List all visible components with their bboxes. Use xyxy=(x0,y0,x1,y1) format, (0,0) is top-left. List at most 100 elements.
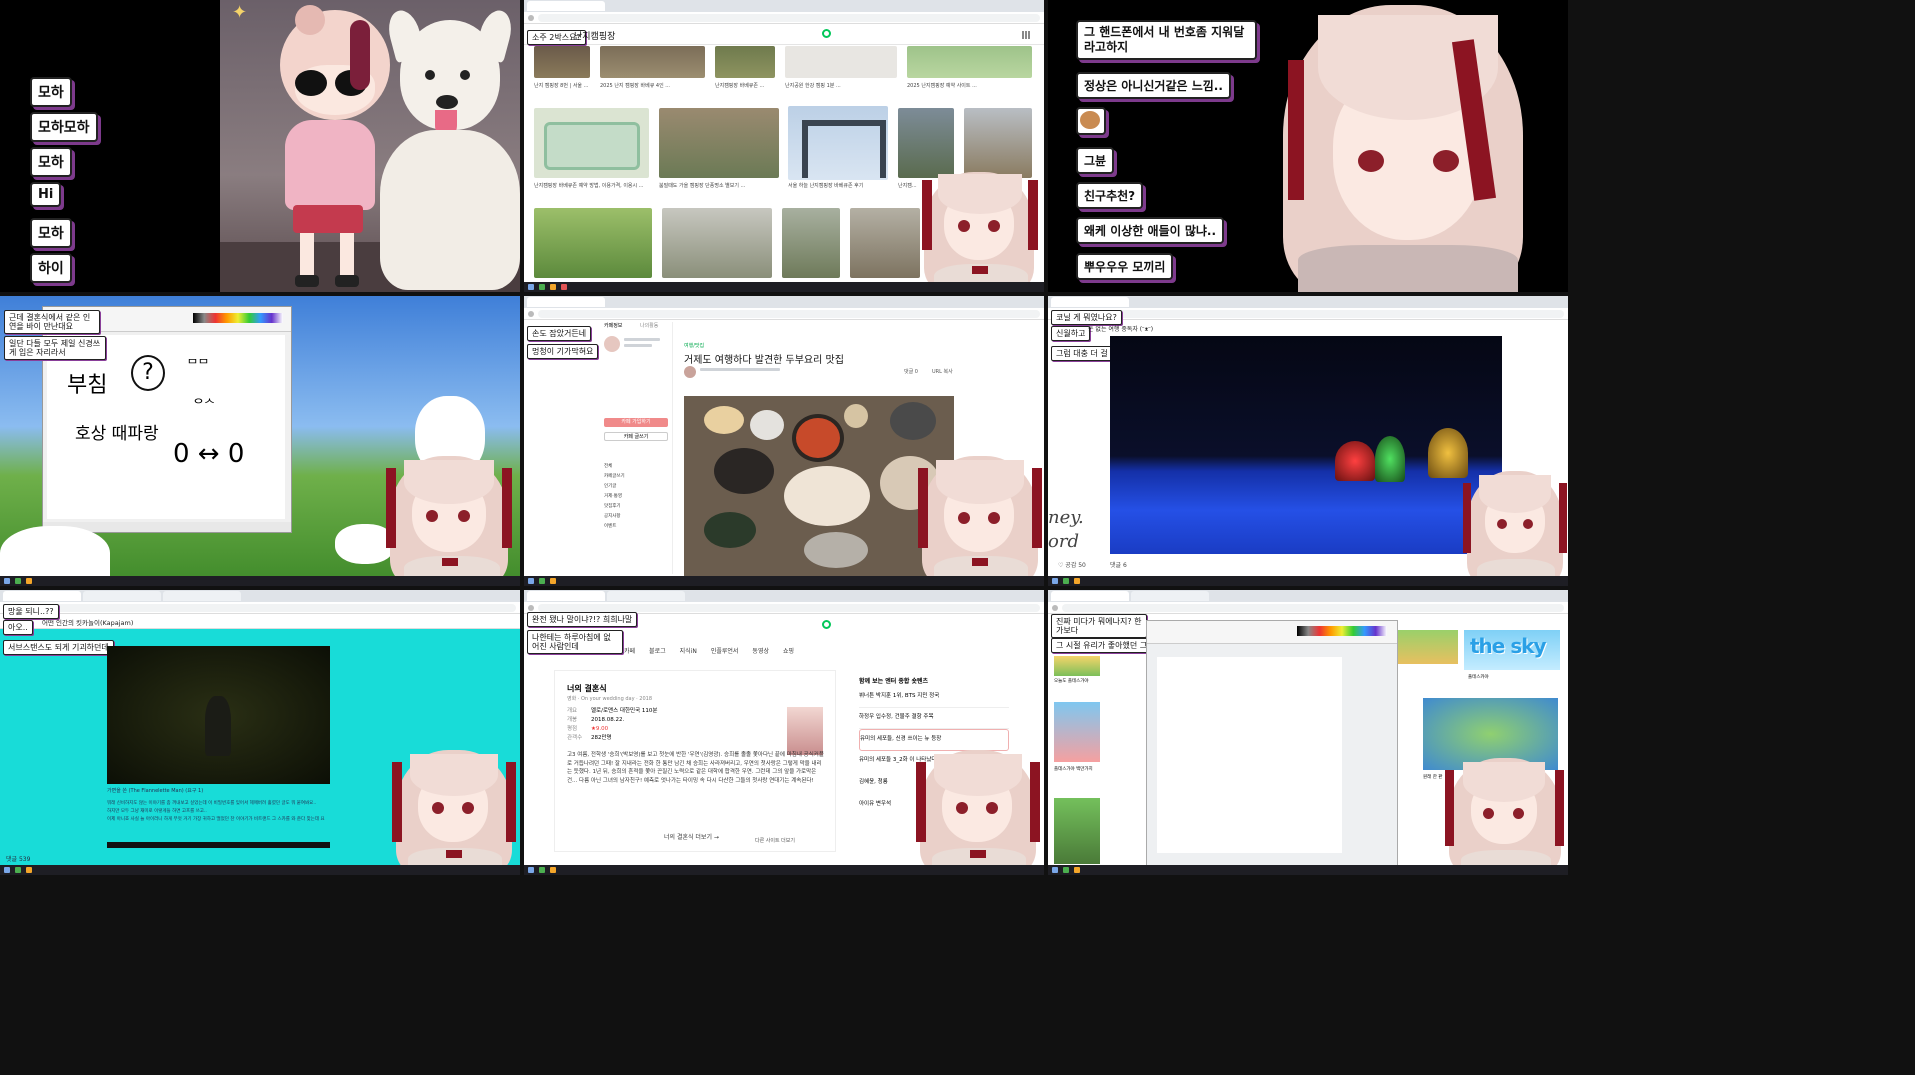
back-icon[interactable] xyxy=(528,310,534,317)
more-sites-link[interactable]: 다른 사이트 더보기 xyxy=(755,837,795,844)
app-icon[interactable] xyxy=(1074,867,1080,873)
back-icon[interactable] xyxy=(1052,604,1058,611)
game-thumbnail[interactable] xyxy=(1054,702,1100,762)
url-field[interactable] xyxy=(14,603,516,612)
app-icon[interactable] xyxy=(15,867,21,873)
tab-shopping[interactable]: 쇼핑 xyxy=(783,646,794,655)
app-icon[interactable] xyxy=(15,578,21,584)
browser-tab[interactable] xyxy=(3,591,81,601)
vtuber-avatar xyxy=(382,456,520,586)
game-thumbnail[interactable] xyxy=(1398,630,1458,664)
tab-cafe-info[interactable]: 카페정보 xyxy=(604,322,622,329)
tab-video[interactable]: 동영상 xyxy=(752,646,769,655)
browser-tab[interactable] xyxy=(607,591,685,601)
related-item[interactable]: 뷔너튼 박지훈 1위, BTS 지민 정국 xyxy=(859,691,1009,708)
windows-start-icon[interactable] xyxy=(528,284,534,290)
game-thumbnail[interactable] xyxy=(1054,798,1100,864)
menu-item[interactable]: 맛집후기 xyxy=(604,502,625,512)
back-icon[interactable] xyxy=(528,14,534,21)
related-item[interactable]: 하정우 입수정, 건물주 결항 주목 xyxy=(859,708,1009,729)
browser-tab[interactable] xyxy=(1131,591,1209,601)
apps-grid-icon[interactable] xyxy=(1022,31,1030,39)
more-results-link[interactable]: 너의 결혼식 더보기 → xyxy=(664,832,719,841)
url-field[interactable] xyxy=(1062,309,1564,318)
tab-kin[interactable]: 지식iN xyxy=(680,646,697,655)
browser-tab[interactable] xyxy=(527,297,605,307)
game-thumbnail[interactable] xyxy=(1054,656,1100,676)
windows-start-icon[interactable] xyxy=(1052,867,1058,873)
vtuber-avatar xyxy=(916,160,1044,292)
chat-overlay: 진짜 미다가 뭐에나지? 한가보다 xyxy=(1051,614,1147,638)
app-icon[interactable] xyxy=(550,867,556,873)
image-thumbnail[interactable] xyxy=(534,108,649,178)
browser-tab[interactable] xyxy=(527,1,605,11)
copy-url-button[interactable]: URL 복사 xyxy=(932,368,953,375)
browser-tab[interactable] xyxy=(163,591,241,601)
comment-count[interactable]: 댓글 539 xyxy=(6,854,30,863)
url-field[interactable] xyxy=(538,603,1040,612)
app-icon[interactable] xyxy=(550,284,556,290)
browser-tab[interactable] xyxy=(1051,591,1129,601)
windows-start-icon[interactable] xyxy=(4,578,10,584)
movie-poster[interactable] xyxy=(787,707,823,755)
search-icon[interactable] xyxy=(822,620,831,629)
game-banner[interactable]: the sky xyxy=(1464,630,1560,670)
tab-blog[interactable]: 블로그 xyxy=(649,646,666,655)
comment-count[interactable]: 댓글 0 xyxy=(904,368,918,375)
image-thumbnail[interactable] xyxy=(850,208,920,278)
tab-my-activity[interactable]: 나의활동 xyxy=(640,322,658,329)
app-icon[interactable] xyxy=(26,867,32,873)
image-thumbnail[interactable] xyxy=(534,46,590,78)
post-category[interactable]: 여행/맛집 xyxy=(684,342,704,349)
app-icon[interactable] xyxy=(539,284,545,290)
app-icon[interactable] xyxy=(1063,867,1069,873)
back-icon[interactable] xyxy=(528,604,534,611)
image-thumbnail[interactable] xyxy=(788,106,888,180)
menu-item[interactable]: 인기글 xyxy=(604,482,625,492)
paint-canvas[interactable] xyxy=(1157,657,1342,853)
url-field[interactable] xyxy=(538,13,1040,22)
app-icon[interactable] xyxy=(26,578,32,584)
windows-start-icon[interactable] xyxy=(528,867,534,873)
image-thumbnail[interactable] xyxy=(785,46,897,78)
menu-item[interactable]: 이벤트 xyxy=(604,522,625,532)
related-item[interactable]: 유미의 세포들, 신경 쓰이는 뉴 등장 xyxy=(859,729,1009,751)
app-icon[interactable] xyxy=(561,284,567,290)
app-icon[interactable] xyxy=(539,578,545,584)
image-thumbnail[interactable] xyxy=(662,208,772,278)
like-button[interactable]: ♡ 공감 50 xyxy=(1058,560,1086,569)
url-field[interactable] xyxy=(538,309,1040,318)
search-input[interactable]: 난지캠핑장 xyxy=(574,29,615,42)
app-icon[interactable] xyxy=(539,867,545,873)
menu-item[interactable]: 거제·통영 xyxy=(604,492,625,502)
image-thumbnail[interactable] xyxy=(659,108,779,178)
browser-tab[interactable] xyxy=(83,591,161,601)
tab-influencer[interactable]: 인플루언서 xyxy=(711,646,739,655)
windows-start-icon[interactable] xyxy=(4,867,10,873)
app-icon[interactable] xyxy=(1063,578,1069,584)
menu-item[interactable]: 전체 xyxy=(604,462,625,472)
comment-button[interactable]: 댓글 6 xyxy=(1110,560,1127,569)
image-thumbnail[interactable] xyxy=(782,208,840,278)
windows-start-icon[interactable] xyxy=(528,578,534,584)
post-title: 거제도 여행하다 발견한 두부요리 맛집 xyxy=(684,355,844,366)
tab-cafe[interactable]: 카페 xyxy=(624,646,635,655)
browser-tab[interactable] xyxy=(1051,297,1129,307)
paint-canvas[interactable]: 부침 ? ᄆᄆ ᄋᄉ 호상 때파랑 0 ↔ 0 xyxy=(47,335,285,519)
search-icon[interactable] xyxy=(822,29,831,38)
url-field[interactable] xyxy=(1062,603,1564,612)
app-icon[interactable] xyxy=(550,578,556,584)
image-thumbnail[interactable] xyxy=(534,208,652,278)
image-thumbnail[interactable] xyxy=(600,46,705,78)
write-post-button[interactable]: 카페 글쓰기 xyxy=(604,432,668,441)
join-cafe-button[interactable]: 카페 가입하기 xyxy=(604,418,668,427)
browser-tab[interactable] xyxy=(527,591,605,601)
menu-item[interactable]: 카페글쓰기 xyxy=(604,472,625,482)
image-thumbnail[interactable] xyxy=(715,46,775,78)
taskbar xyxy=(524,282,1044,292)
windows-start-icon[interactable] xyxy=(1052,578,1058,584)
image-thumbnail[interactable] xyxy=(907,46,1032,78)
app-icon[interactable] xyxy=(1074,578,1080,584)
chat-overlay: 멍청이 기가막혀요 xyxy=(527,344,599,359)
menu-item[interactable]: 공지사항 xyxy=(604,512,625,522)
